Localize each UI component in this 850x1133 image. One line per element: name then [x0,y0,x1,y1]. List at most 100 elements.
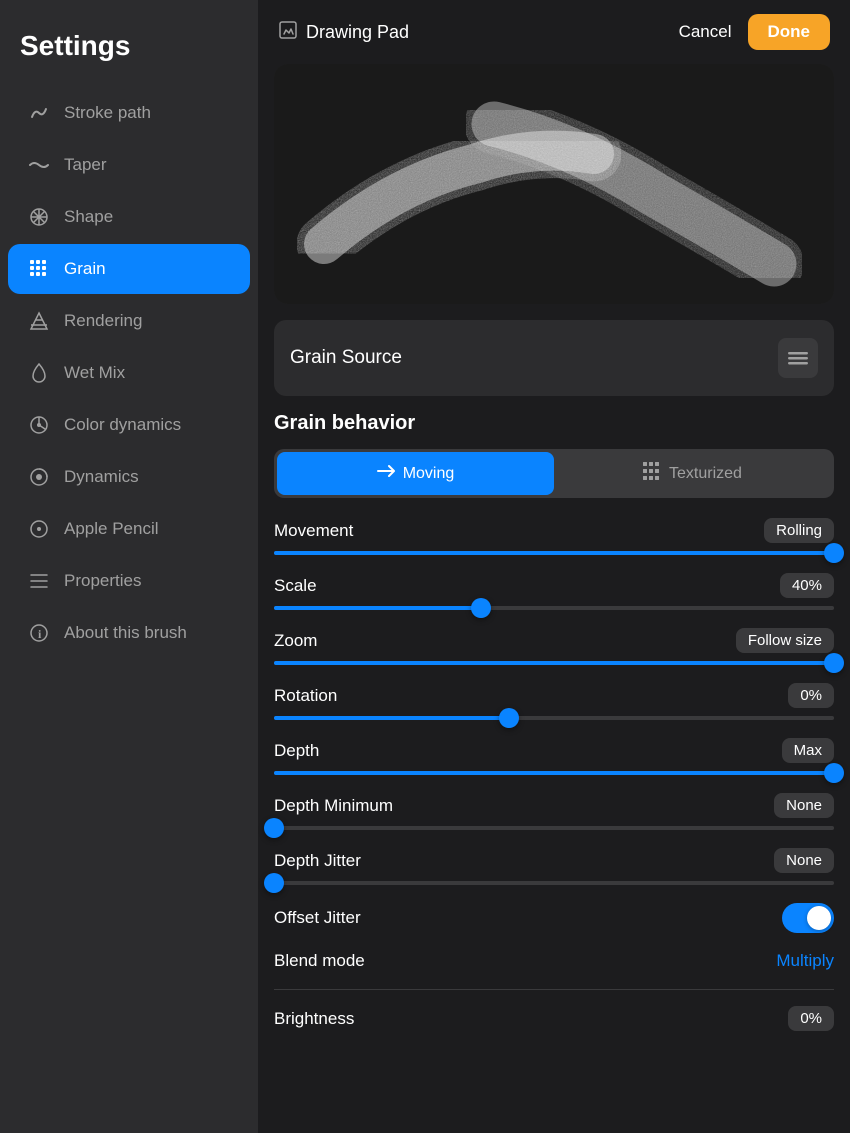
depth-fill [274,771,834,775]
slider-header-scale: Scale 40% [274,573,834,598]
depth-track[interactable] [274,771,834,775]
depth-value: Max [782,738,834,763]
topbar-right: Cancel Done [679,14,830,50]
grain-behavior-toggle-group: Moving Texturized [274,449,834,498]
brightness-label: Brightness [274,1009,354,1029]
svg-text:i: i [38,627,42,641]
sidebar-title: Settings [0,20,258,86]
main-content: Drawing Pad Cancel Done [258,0,850,1133]
offset-jitter-row: Offset Jitter [274,903,834,933]
scale-thumb[interactable] [471,598,491,618]
cancel-button[interactable]: Cancel [679,22,732,42]
stroke-path-icon [28,102,50,124]
rotation-value: 0% [788,683,834,708]
offset-jitter-label: Offset Jitter [274,908,361,928]
properties-icon [28,570,50,592]
sidebar-item-rendering[interactable]: Rendering [8,296,250,346]
grain-icon [28,258,50,280]
sidebar-item-stroke-path[interactable]: Stroke path [8,88,250,138]
done-button[interactable]: Done [748,14,831,50]
slider-row-zoom: Zoom Follow size [274,628,834,665]
sidebar-item-apple-pencil[interactable]: Apple Pencil [8,504,250,554]
grain-behavior-title: Grain behavior [274,412,834,435]
zoom-thumb[interactable] [824,653,844,673]
depth-label: Depth [274,741,319,761]
depth-minimum-label: Depth Minimum [274,796,393,816]
moving-icon [377,464,395,483]
slider-row-scale: Scale 40% [274,573,834,610]
zoom-value: Follow size [736,628,834,653]
depth-minimum-thumb[interactable] [264,818,284,838]
rotation-thumb[interactable] [499,708,519,728]
zoom-label: Zoom [274,631,317,651]
offset-jitter-knob [807,906,831,930]
dynamics-icon [28,466,50,488]
sidebar-item-label-grain: Grain [64,259,106,279]
slider-row-brightness: Brightness 0% [274,1006,834,1031]
toggle-texturized-label: Texturized [669,465,742,483]
slider-row-depth-minimum: Depth Minimum None [274,793,834,830]
depth-jitter-value: None [774,848,834,873]
texturized-icon [643,462,661,485]
depth-jitter-track[interactable] [274,881,834,885]
rotation-fill [274,716,509,720]
movement-label: Movement [274,521,353,541]
sidebar-item-shape[interactable]: Shape [8,192,250,242]
sidebar-item-properties[interactable]: Properties [8,556,250,606]
blend-mode-row: Blend mode Multiply [274,951,834,971]
scale-track[interactable] [274,606,834,610]
movement-fill [274,551,834,555]
sidebar-item-label-about: About this brush [64,623,187,643]
sidebar-item-label-dynamics: Dynamics [64,467,139,487]
sidebar-item-label-taper: Taper [64,155,107,175]
toggle-moving[interactable]: Moving [277,452,554,495]
depth-thumb[interactable] [824,763,844,783]
brightness-value: 0% [788,1006,834,1031]
sidebar-item-about[interactable]: i About this brush [8,608,250,658]
taper-icon [28,154,50,176]
depth-jitter-label: Depth Jitter [274,851,361,871]
topbar-left: Drawing Pad [278,20,409,45]
slider-header-zoom: Zoom Follow size [274,628,834,653]
sidebar-item-label-properties: Properties [64,571,141,591]
movement-track[interactable] [274,551,834,555]
sidebar-item-grain[interactable]: Grain [8,244,250,294]
slider-header-depth-minimum: Depth Minimum None [274,793,834,818]
sidebar-item-wet-mix[interactable]: Wet Mix [8,348,250,398]
slider-header-movement: Movement Rolling [274,518,834,543]
rotation-track[interactable] [274,716,834,720]
topbar-title: Drawing Pad [306,22,409,43]
sidebar-item-taper[interactable]: Taper [8,140,250,190]
zoom-track[interactable] [274,661,834,665]
movement-value: Rolling [764,518,834,543]
blend-mode-label: Blend mode [274,951,365,971]
slider-header-rotation: Rotation 0% [274,683,834,708]
sidebar-item-label-shape: Shape [64,207,113,227]
wet-mix-icon [28,362,50,384]
offset-jitter-toggle[interactable] [782,903,834,933]
slider-header-brightness: Brightness 0% [274,1006,834,1031]
zoom-fill [274,661,834,665]
movement-thumb[interactable] [824,543,844,563]
slider-row-rotation: Rotation 0% [274,683,834,720]
toggle-texturized[interactable]: Texturized [554,452,831,495]
drawing-pad-icon [278,20,298,45]
sidebar-item-color-dynamics[interactable]: Color dynamics [8,400,250,450]
shape-icon [28,206,50,228]
about-icon: i [28,622,50,644]
color-dynamics-icon [28,414,50,436]
sidebar-item-label-stroke-path: Stroke path [64,103,151,123]
settings-content: Grain behavior Moving [258,412,850,1049]
grain-source-row: Grain Source [274,320,834,396]
grain-source-button[interactable] [778,338,818,378]
slider-row-depth: Depth Max [274,738,834,775]
topbar: Drawing Pad Cancel Done [258,0,850,64]
sidebar-item-dynamics[interactable]: Dynamics [8,452,250,502]
scale-fill [274,606,481,610]
slider-row-movement: Movement Rolling [274,518,834,555]
blend-mode-value[interactable]: Multiply [776,951,834,971]
grain-source-label: Grain Source [290,347,402,369]
depth-jitter-thumb[interactable] [264,873,284,893]
depth-minimum-track[interactable] [274,826,834,830]
brush-preview [274,64,834,304]
